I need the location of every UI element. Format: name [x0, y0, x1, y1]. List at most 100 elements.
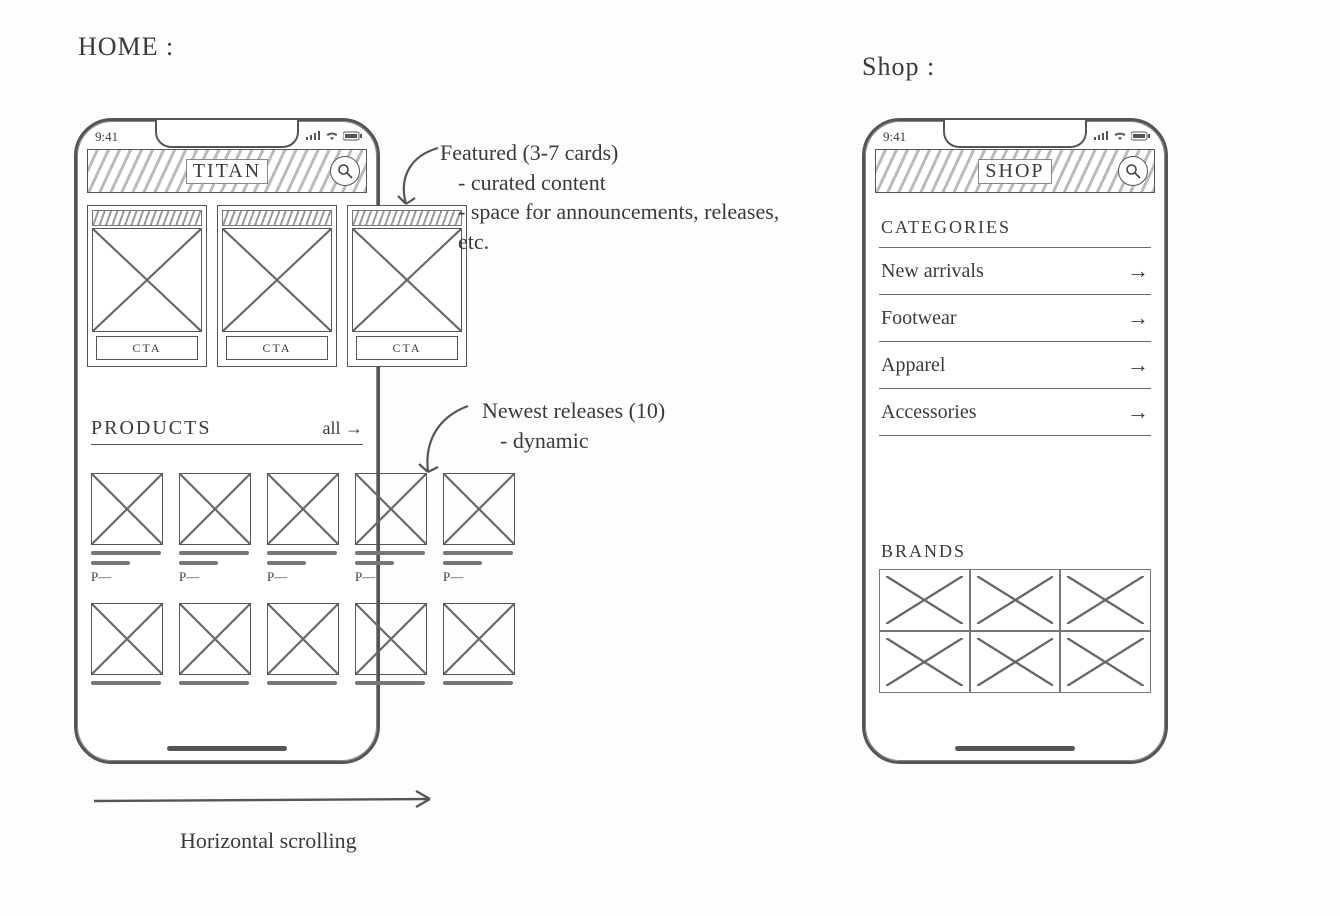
featured-card[interactable]: CTA: [87, 205, 207, 367]
brands-heading: BRANDS: [881, 541, 966, 562]
placeholder-x-icon: [977, 576, 1054, 624]
brand-tile[interactable]: [970, 631, 1061, 693]
featured-card[interactable]: CTA: [217, 205, 337, 367]
category-item-apparel[interactable]: Apparel →: [879, 342, 1151, 389]
product-thumb: [267, 603, 339, 675]
card-cta-button[interactable]: CTA: [96, 336, 198, 360]
category-item-new-arrivals[interactable]: New arrivals →: [879, 247, 1151, 295]
categories-list: New arrivals → Footwear → Apparel → Acce…: [879, 247, 1151, 436]
battery-icon: [1131, 131, 1151, 141]
phone-shop: 9:41 SHOP CATEGORIES New arrivals → Foot…: [862, 118, 1168, 764]
placeholder-x-icon: [886, 576, 963, 624]
annotation-newest-title: Newest releases (10): [482, 398, 665, 423]
card-tag: [222, 210, 332, 226]
wifi-icon: [325, 131, 339, 141]
brand-tile[interactable]: [1060, 631, 1151, 693]
product-thumb: [179, 473, 251, 545]
product-card[interactable]: P—: [443, 473, 513, 585]
product-name-placeholder: [179, 551, 249, 555]
product-name-placeholder: [443, 551, 513, 555]
annotation-newest: Newest releases (10) - dynamic: [482, 396, 802, 455]
home-indicator: [955, 746, 1075, 751]
product-card[interactable]: P—: [355, 473, 425, 585]
product-name-placeholder: [443, 681, 513, 685]
product-card[interactable]: [91, 603, 161, 685]
card-image-placeholder: [222, 228, 332, 332]
product-thumb: [179, 603, 251, 675]
search-button[interactable]: [1118, 156, 1148, 186]
chevron-right-icon: →: [1127, 258, 1149, 284]
brand-tile[interactable]: [879, 631, 970, 693]
category-label: Footwear: [881, 307, 957, 330]
card-image-placeholder: [92, 228, 202, 332]
placeholder-x-icon: [1067, 638, 1144, 686]
search-icon: [337, 163, 353, 179]
chevron-right-icon: →: [1127, 352, 1149, 378]
products-grid[interactable]: P— P— P— P—: [91, 473, 571, 685]
wifi-icon: [1113, 131, 1127, 141]
signal-icon: [1093, 131, 1109, 141]
home-indicator: [167, 746, 287, 751]
featured-carousel[interactable]: CTA CTA CTA: [87, 205, 437, 373]
products-all-link[interactable]: all →: [323, 418, 364, 439]
search-button[interactable]: [330, 156, 360, 186]
card-cta-button[interactable]: CTA: [356, 336, 458, 360]
annotation-arrow-newest: [396, 398, 476, 488]
product-card[interactable]: P—: [267, 473, 337, 585]
annotation-featured: Featured (3-7 cards) - curated content -…: [440, 138, 800, 257]
product-card[interactable]: [179, 603, 249, 685]
product-price: P—: [91, 569, 161, 585]
products-section-header: PRODUCTS all →: [91, 417, 363, 445]
product-name-placeholder: [91, 551, 161, 555]
card-tag: [92, 210, 202, 226]
products-heading: PRODUCTS: [91, 417, 211, 440]
placeholder-x-icon: [886, 638, 963, 686]
placeholder-x-icon: [977, 638, 1054, 686]
category-item-accessories[interactable]: Accessories →: [879, 389, 1151, 436]
section-label-home: HOME :: [78, 32, 174, 62]
product-meta-placeholder: [179, 561, 218, 565]
annotation-featured-title: Featured (3-7 cards): [440, 140, 618, 165]
product-name-placeholder: [355, 551, 425, 555]
annotation-arrow-featured: [378, 140, 448, 220]
card-cta-button[interactable]: CTA: [226, 336, 328, 360]
product-name-placeholder: [179, 681, 249, 685]
horizontal-scroll-arrow-icon: [90, 786, 450, 816]
product-card[interactable]: [355, 603, 425, 685]
product-thumb: [355, 603, 427, 675]
product-thumb: [91, 473, 163, 545]
product-meta-placeholder: [355, 561, 394, 565]
product-price: P—: [179, 569, 249, 585]
annotation-featured-b1: - curated content: [458, 168, 800, 198]
brand-tile[interactable]: [879, 569, 970, 631]
product-card[interactable]: [443, 603, 513, 685]
app-title: TITAN: [186, 159, 268, 184]
brand-tile[interactable]: [1060, 569, 1151, 631]
product-thumb: [443, 603, 515, 675]
app-title: SHOP: [978, 159, 1051, 184]
product-thumb: [91, 603, 163, 675]
product-price: P—: [443, 569, 513, 585]
annotation-newest-b1: - dynamic: [500, 426, 802, 456]
chevron-right-icon: →: [1127, 399, 1149, 425]
signal-icon: [305, 131, 321, 141]
product-card[interactable]: P—: [179, 473, 249, 585]
product-meta-placeholder: [91, 561, 130, 565]
product-thumb: [267, 473, 339, 545]
brand-tile[interactable]: [970, 569, 1061, 631]
app-header: SHOP: [875, 149, 1155, 193]
product-card[interactable]: [267, 603, 337, 685]
product-card[interactable]: P—: [91, 473, 161, 585]
status-time: 9:41: [95, 129, 118, 145]
battery-icon: [343, 131, 363, 141]
categories-heading: CATEGORIES: [881, 217, 1011, 238]
phone-notch: [943, 120, 1087, 148]
product-price: P—: [355, 569, 425, 585]
annotation-horizontal-scrolling: Horizontal scrolling: [180, 826, 357, 856]
product-name-placeholder: [91, 681, 161, 685]
category-item-footwear[interactable]: Footwear →: [879, 295, 1151, 342]
category-label: Accessories: [881, 401, 977, 424]
phone-notch: [155, 120, 299, 148]
category-label: Apparel: [881, 354, 945, 377]
search-icon: [1125, 163, 1141, 179]
